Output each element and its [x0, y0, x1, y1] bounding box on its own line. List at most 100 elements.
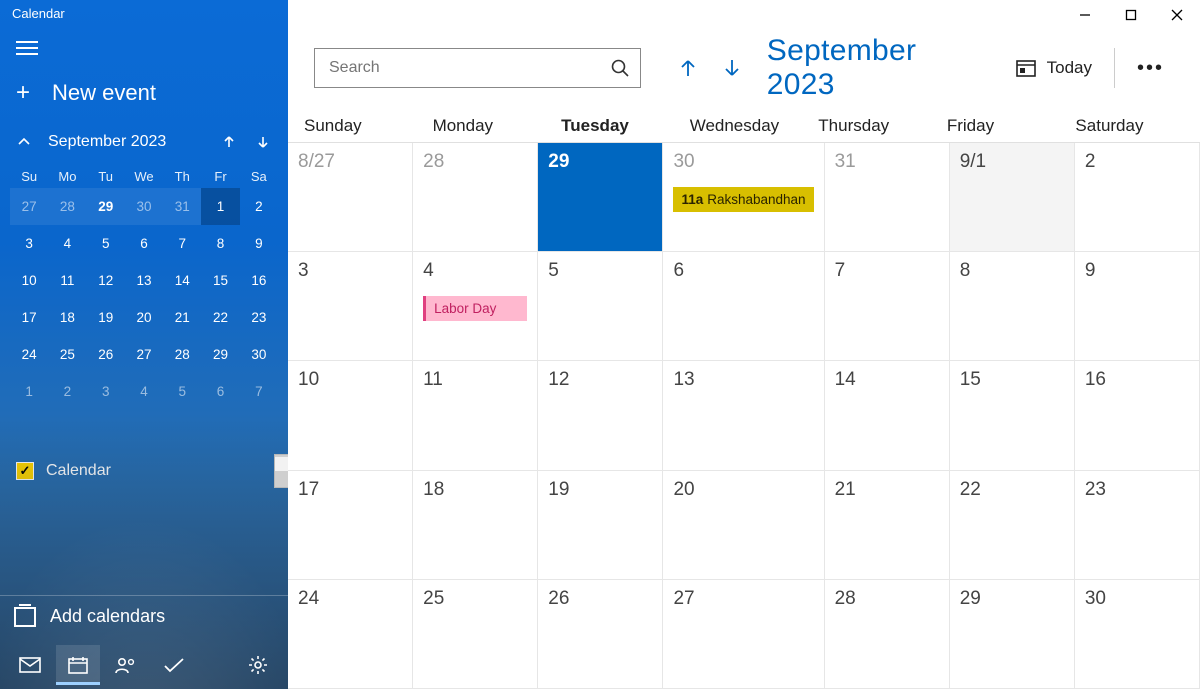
day-cell[interactable]: 2 — [1075, 143, 1200, 252]
mini-day-cell[interactable]: 27 — [10, 188, 48, 225]
day-cell[interactable]: 22 — [950, 471, 1075, 580]
mini-day-cell[interactable]: 7 — [163, 225, 201, 262]
mini-day-cell[interactable]: 1 — [10, 373, 48, 410]
mini-day-cell[interactable]: 28 — [163, 336, 201, 373]
day-cell[interactable]: 25 — [413, 580, 538, 689]
mini-day-cell[interactable]: 20 — [125, 299, 163, 336]
mail-icon[interactable] — [8, 645, 52, 685]
mini-day-cell[interactable]: 11 — [48, 262, 86, 299]
todo-icon[interactable] — [152, 645, 196, 685]
mini-day-cell[interactable]: 29 — [87, 188, 125, 225]
day-cell[interactable]: 29 — [950, 580, 1075, 689]
day-cell[interactable]: 27 — [663, 580, 824, 689]
next-month-icon[interactable] — [721, 57, 743, 79]
mini-day-cell[interactable]: 22 — [201, 299, 239, 336]
day-cell[interactable]: 5 — [538, 252, 663, 361]
calendar-event[interactable]: 11aRakshabandhan — [673, 187, 813, 212]
day-cell[interactable]: 31 — [825, 143, 950, 252]
mini-day-cell[interactable]: 5 — [87, 225, 125, 262]
mini-day-cell[interactable]: 6 — [125, 225, 163, 262]
add-calendars-button[interactable]: Add calendars — [0, 595, 288, 637]
mini-day-cell[interactable]: 30 — [125, 188, 163, 225]
day-cell[interactable]: 8/27 — [288, 143, 413, 252]
day-cell[interactable]: 30 — [1075, 580, 1200, 689]
close-button[interactable] — [1154, 0, 1200, 30]
day-cell[interactable]: 21 — [825, 471, 950, 580]
calendar-icon[interactable] — [56, 645, 100, 685]
mini-day-cell[interactable]: 30 — [240, 336, 278, 373]
day-cell[interactable]: 26 — [538, 580, 663, 689]
mini-day-cell[interactable]: 14 — [163, 262, 201, 299]
day-cell[interactable]: 9 — [1075, 252, 1200, 361]
mini-day-cell[interactable]: 12 — [87, 262, 125, 299]
mini-day-cell[interactable]: 13 — [125, 262, 163, 299]
mini-day-cell[interactable]: 29 — [201, 336, 239, 373]
mini-day-cell[interactable]: 27 — [125, 336, 163, 373]
day-cell[interactable]: 23 — [1075, 471, 1200, 580]
day-cell[interactable]: 7 — [825, 252, 950, 361]
day-cell[interactable]: 16 — [1075, 361, 1200, 470]
day-cell[interactable]: 4Labor Day — [413, 252, 538, 361]
mini-day-cell[interactable]: 4 — [48, 225, 86, 262]
day-cell[interactable]: 28 — [413, 143, 538, 252]
mini-day-cell[interactable]: 17 — [10, 299, 48, 336]
mini-day-cell[interactable]: 23 — [240, 299, 278, 336]
search-box[interactable] — [314, 48, 641, 88]
mini-day-cell[interactable]: 8 — [201, 225, 239, 262]
mini-day-cell[interactable]: 5 — [163, 373, 201, 410]
mini-day-cell[interactable]: 10 — [10, 262, 48, 299]
people-icon[interactable] — [104, 645, 148, 685]
current-month-label[interactable]: September 2023 — [767, 34, 991, 102]
day-cell[interactable]: 6 — [663, 252, 824, 361]
mini-day-cell[interactable]: 7 — [240, 373, 278, 410]
day-cell[interactable]: 19 — [538, 471, 663, 580]
calendar-list-item[interactable]: ✓ Calendar — [0, 456, 288, 486]
day-cell[interactable]: 11 — [413, 361, 538, 470]
search-icon[interactable] — [610, 58, 630, 78]
day-cell[interactable]: 9/1 — [950, 143, 1075, 252]
hamburger-menu-icon[interactable] — [16, 41, 38, 55]
day-cell[interactable]: 17 — [288, 471, 413, 580]
mini-day-cell[interactable]: 1 — [201, 188, 239, 225]
day-cell[interactable]: 28 — [825, 580, 950, 689]
day-cell[interactable]: 10 — [288, 361, 413, 470]
day-cell[interactable]: 14 — [825, 361, 950, 470]
day-cell[interactable]: 13 — [663, 361, 824, 470]
mini-day-cell[interactable]: 16 — [240, 262, 278, 299]
mini-day-cell[interactable]: 2 — [48, 373, 86, 410]
calendar-event[interactable]: Labor Day — [423, 296, 527, 321]
today-button[interactable]: Today — [1015, 58, 1092, 78]
mini-day-cell[interactable]: 3 — [87, 373, 125, 410]
day-cell[interactable]: 18 — [413, 471, 538, 580]
mini-day-cell[interactable]: 9 — [240, 225, 278, 262]
prev-month-icon[interactable] — [677, 57, 699, 79]
day-cell[interactable]: 15 — [950, 361, 1075, 470]
mini-day-cell[interactable]: 25 — [48, 336, 86, 373]
day-cell[interactable]: 24 — [288, 580, 413, 689]
day-cell[interactable]: 8 — [950, 252, 1075, 361]
day-cell[interactable]: 20 — [663, 471, 824, 580]
calendar-checkbox-icon[interactable]: ✓ — [16, 462, 34, 480]
mini-day-cell[interactable]: 24 — [10, 336, 48, 373]
mini-day-cell[interactable]: 18 — [48, 299, 86, 336]
day-cell[interactable]: 3 — [288, 252, 413, 361]
mini-day-cell[interactable]: 26 — [87, 336, 125, 373]
mini-day-cell[interactable]: 31 — [163, 188, 201, 225]
mini-day-cell[interactable]: 3 — [10, 225, 48, 262]
more-options-icon[interactable]: ••• — [1137, 57, 1164, 80]
day-cell[interactable]: 29 — [538, 143, 663, 252]
new-event-button[interactable]: + New event — [0, 73, 288, 129]
mini-day-cell[interactable]: 19 — [87, 299, 125, 336]
sidebar-scrollbar[interactable] — [274, 454, 288, 488]
mini-day-cell[interactable]: 15 — [201, 262, 239, 299]
mini-day-cell[interactable]: 4 — [125, 373, 163, 410]
mini-day-cell[interactable]: 21 — [163, 299, 201, 336]
mini-prev-icon[interactable] — [216, 129, 242, 155]
mini-day-cell[interactable]: 6 — [201, 373, 239, 410]
mini-day-cell[interactable]: 2 — [240, 188, 278, 225]
search-input[interactable] — [315, 49, 640, 87]
day-cell[interactable]: 12 — [538, 361, 663, 470]
mini-day-cell[interactable]: 28 — [48, 188, 86, 225]
maximize-button[interactable] — [1108, 0, 1154, 30]
day-cell[interactable]: 3011aRakshabandhan — [663, 143, 824, 252]
